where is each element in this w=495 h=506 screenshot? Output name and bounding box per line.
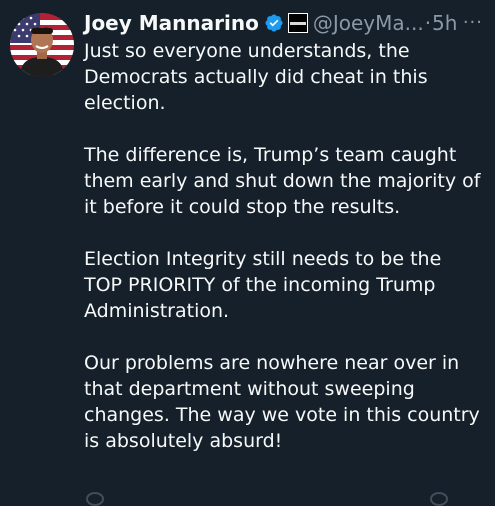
header-separator: · xyxy=(424,11,432,35)
more-options-icon[interactable]: ··· xyxy=(459,9,487,37)
tweet-line: Administration. xyxy=(84,300,230,322)
tweet-paragraph: The difference is, Trump’s team caught t… xyxy=(84,142,492,220)
tweet-line: it before it could stop the results. xyxy=(84,196,401,218)
tweet-line: Just so everyone understands, the xyxy=(84,40,410,62)
tweet-line: TOP PRIORITY of the incoming Trump xyxy=(84,274,436,296)
tweet-paragraph: Election Integrity still needs to be the… xyxy=(84,246,492,324)
tweet-line: changes. The way we vote in this country xyxy=(84,404,480,426)
tweet-line: The difference is, Trump’s team caught xyxy=(84,144,457,166)
affiliate-badge-icon[interactable] xyxy=(287,13,308,33)
timestamp-link[interactable]: 5h xyxy=(432,9,457,37)
profile-photo-icon xyxy=(10,13,74,77)
verified-badge-icon[interactable] xyxy=(264,13,284,33)
tweet-line: Democrats actually did cheat in this xyxy=(84,66,428,88)
tweet-line: Election Integrity still needs to be the xyxy=(84,248,442,270)
tweet-paragraph: Just so everyone understands, the Democr… xyxy=(84,38,492,116)
tweet-line: election. xyxy=(84,92,166,114)
author-handle[interactable]: @JoeyMa... xyxy=(313,9,424,37)
author-display-name[interactable]: Joey Mannarino xyxy=(84,9,259,37)
avatar[interactable] xyxy=(10,13,74,77)
tweet-paragraph: Our problems are nowhere near over in th… xyxy=(84,350,492,454)
tweet-line: that department without sweeping xyxy=(84,378,415,400)
tweet-text: Just so everyone understands, the Democr… xyxy=(84,38,492,454)
tweet-line: is absolutely absurd! xyxy=(84,430,283,452)
tweet-header: Joey Mannarino @JoeyMa... · 5h ··· xyxy=(84,9,487,37)
tweet-line: Our problems are nowhere near over in xyxy=(84,352,460,374)
share-icon[interactable] xyxy=(430,492,448,506)
reply-icon[interactable] xyxy=(86,492,104,506)
tweet-line: them early and shut down the majority of xyxy=(84,170,481,192)
